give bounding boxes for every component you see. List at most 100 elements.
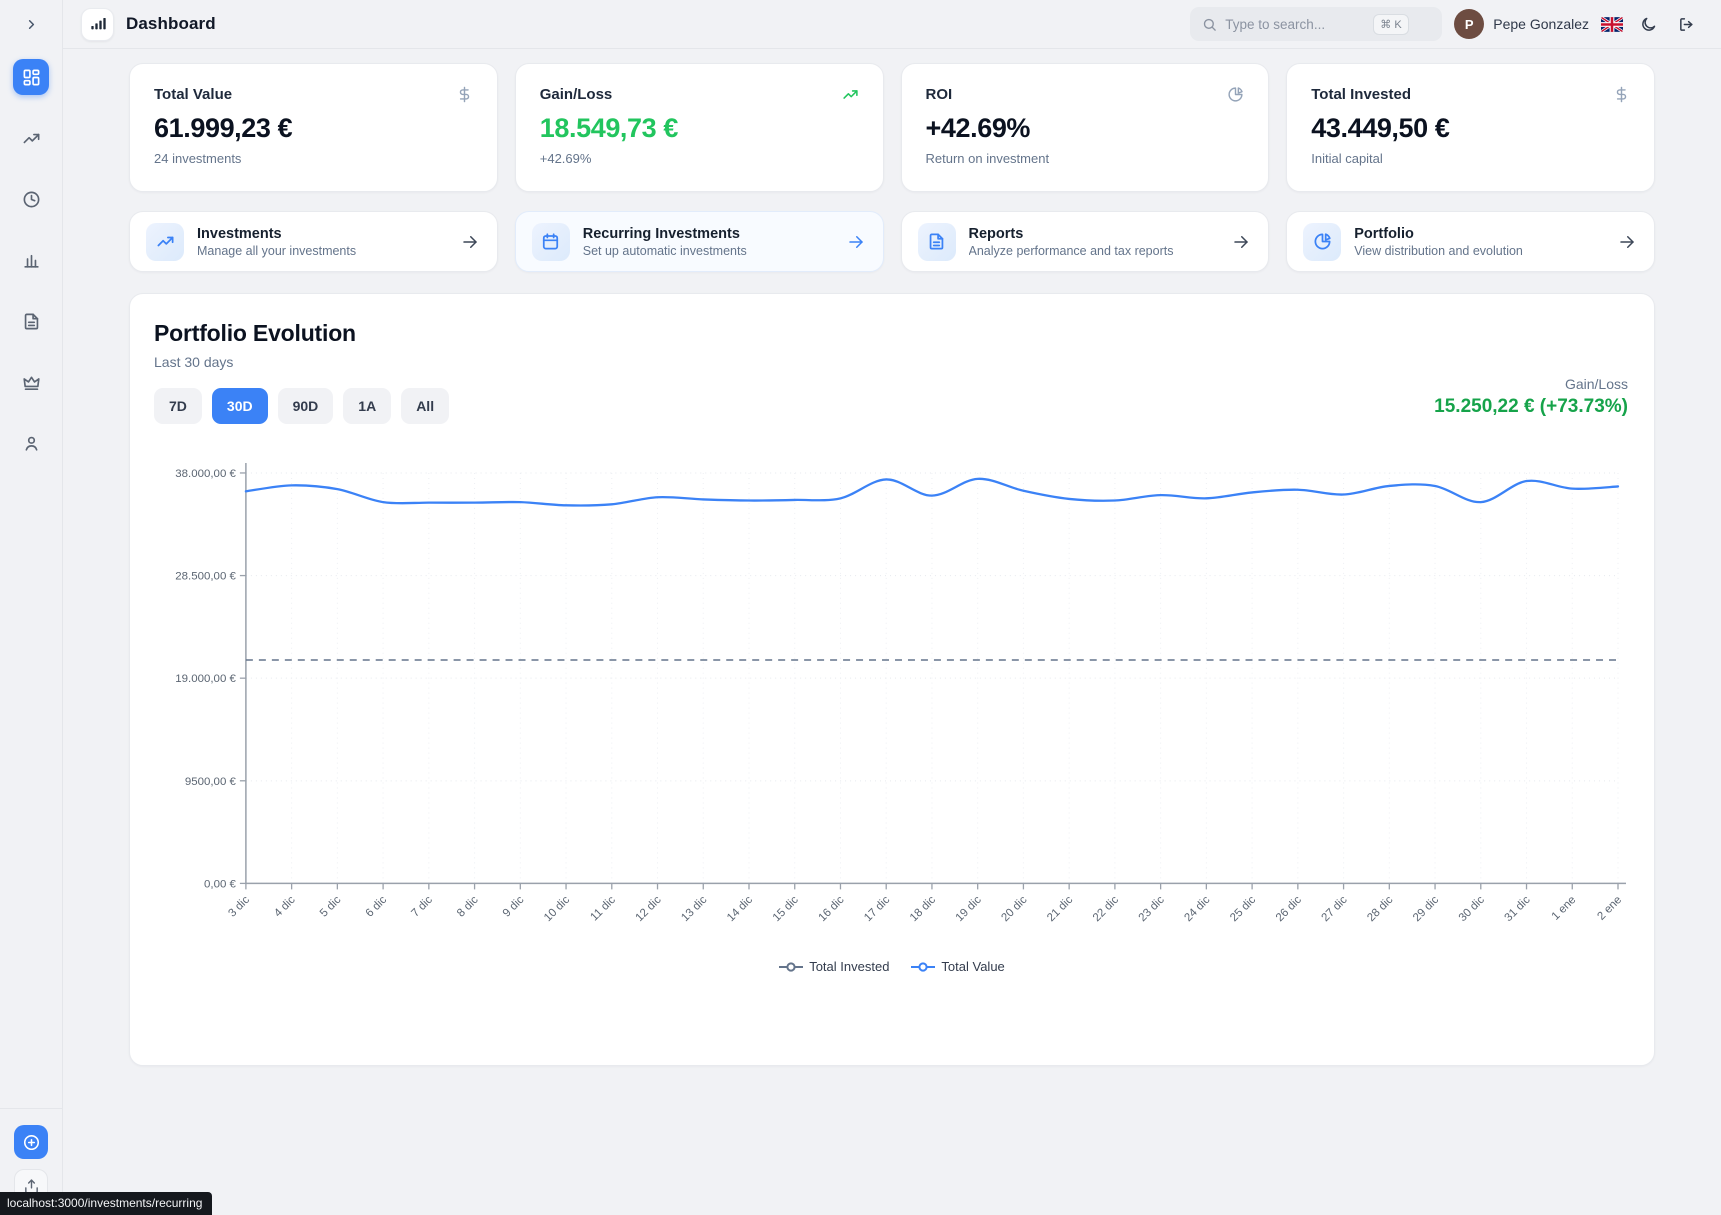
sidebar-item-analytics[interactable] [13,242,49,278]
logout-button[interactable] [1673,11,1699,37]
stat-card-total-value: Total Value 61.999,23 € 24 investments [129,63,498,192]
user-menu[interactable]: P Pepe Gonzalez [1454,9,1589,39]
flag-uk-icon[interactable] [1601,17,1623,32]
svg-text:27 dic: 27 dic [1320,894,1350,924]
add-investment-button[interactable] [14,1125,48,1159]
main-content: Total Value 61.999,23 € 24 investments G… [63,0,1721,1066]
quick-card-investments[interactable]: Investments Manage all your investments [129,211,498,272]
svg-text:12 dic: 12 dic [634,894,664,924]
sidebar-item-investments[interactable] [13,120,49,156]
quick-card-subtitle: Set up automatic investments [583,244,834,258]
quick-card-title: Recurring Investments [583,226,834,242]
quick-card-portfolio[interactable]: Portfolio View distribution and evolutio… [1286,211,1655,272]
svg-text:23 dic: 23 dic [1137,894,1167,924]
range-selector: 7D 30D 90D 1A All [154,388,1630,424]
svg-text:24 dic: 24 dic [1182,894,1212,924]
svg-text:21 dic: 21 dic [1045,894,1075,924]
range-button-90d[interactable]: 90D [278,388,334,424]
svg-text:17 dic: 17 dic [862,894,892,924]
plus-circle-icon [22,1133,41,1152]
svg-text:7 dic: 7 dic [409,894,435,920]
svg-text:16 dic: 16 dic [816,894,846,924]
sidebar-item-dashboard[interactable] [13,59,49,95]
range-button-7d[interactable]: 7D [154,388,202,424]
legend-item-total-value[interactable]: Total Value [911,959,1004,974]
portfolio-evolution-card: Portfolio Evolution Last 30 days 7D 30D … [129,293,1655,1066]
chevron-right-icon [24,17,39,32]
svg-text:22 dic: 22 dic [1091,894,1121,924]
search-input[interactable] [1225,17,1365,32]
dark-mode-toggle[interactable] [1635,11,1661,37]
quick-card-subtitle: Analyze performance and tax reports [969,244,1220,258]
search-icon [1202,17,1217,32]
pie-chart-icon [1303,223,1341,261]
svg-text:29 dic: 29 dic [1411,894,1441,924]
svg-text:19.000,00 €: 19.000,00 € [175,673,236,685]
svg-text:30 dic: 30 dic [1457,894,1487,924]
svg-text:31 dic: 31 dic [1503,894,1533,924]
svg-text:6 dic: 6 dic [364,894,390,920]
stat-title: Gain/Loss [540,86,613,103]
quick-card-title: Portfolio [1354,226,1605,242]
svg-text:0,00 €: 0,00 € [204,878,237,890]
stat-subtitle: +42.69% [540,151,859,166]
clock-icon [22,190,41,209]
dashboard-grid-icon [22,68,41,87]
svg-text:2 ene: 2 ene [1595,894,1624,923]
stat-value: 18.549,73 € [540,113,859,144]
range-button-1a[interactable]: 1A [343,388,391,424]
legend-item-total-invested[interactable]: Total Invested [779,959,889,974]
trending-up-icon [146,223,184,261]
chart-legend: Total Invested Total Value [154,959,1630,974]
dollar-icon [1613,86,1630,103]
topbar: Dashboard ⌘ K P Pepe Gonzalez [63,0,1721,49]
svg-text:28 dic: 28 dic [1365,894,1395,924]
file-text-icon [918,223,956,261]
svg-text:4 dic: 4 dic [272,894,298,920]
range-button-all[interactable]: All [401,388,449,424]
dollar-icon [456,86,473,103]
sidebar-collapse-button[interactable] [18,12,44,38]
stats-row: Total Value 61.999,23 € 24 investments G… [129,63,1655,192]
trending-up-icon [842,86,859,103]
search-box[interactable]: ⌘ K [1190,7,1442,41]
sidebar-item-premium[interactable] [13,364,49,400]
stat-value: 61.999,23 € [154,113,473,144]
arrow-right-icon [1618,233,1636,251]
stat-title: Total Value [154,86,232,103]
chart-title: Portfolio Evolution [154,320,1630,347]
calendar-icon [532,223,570,261]
sidebar-item-reports[interactable] [13,303,49,339]
arrow-right-icon [461,233,479,251]
stat-subtitle: Initial capital [1311,151,1630,166]
stat-card-total-invested: Total Invested 43.449,50 € Initial capit… [1286,63,1655,192]
svg-text:9500,00 €: 9500,00 € [185,776,237,788]
sidebar-item-recurring[interactable] [13,181,49,217]
line-chart-canvas[interactable]: 0,00 € 9500,00 € 19.000,00 € 28.500,00 € 38.… [154,446,1630,945]
svg-text:10 dic: 10 dic [542,894,572,924]
svg-text:19 dic: 19 dic [954,894,984,924]
svg-text:28.500,00 €: 28.500,00 € [175,571,236,583]
user-name: Pepe Gonzalez [1493,16,1589,32]
range-button-30d[interactable]: 30D [212,388,268,424]
bar-chart-logo-icon [90,16,106,32]
stat-card-gain-loss: Gain/Loss 18.549,73 € +42.69% [515,63,884,192]
stat-value: 43.449,50 € [1311,113,1630,144]
legend-label: Total Invested [809,959,889,974]
arrow-right-icon [847,233,865,251]
svg-text:38.000,00 €: 38.000,00 € [175,468,236,480]
svg-text:26 dic: 26 dic [1274,894,1304,924]
app-logo[interactable] [81,8,114,41]
quick-card-reports[interactable]: Reports Analyze performance and tax repo… [901,211,1270,272]
search-shortcut-badge: ⌘ K [1373,14,1408,35]
stat-title: ROI [926,86,953,103]
portfolio-chart: 0,00 € 9500,00 € 19.000,00 € 28.500,00 € 38.… [154,446,1630,974]
quick-card-title: Reports [969,226,1220,242]
svg-text:11 dic: 11 dic [588,894,618,924]
page-title: Dashboard [126,14,216,34]
svg-text:8 dic: 8 dic [455,894,481,920]
sidebar-item-profile[interactable] [13,425,49,461]
moon-icon [1640,16,1657,33]
quick-card-recurring-investments[interactable]: Recurring Investments Set up automatic i… [515,211,884,272]
user-icon [22,434,41,453]
